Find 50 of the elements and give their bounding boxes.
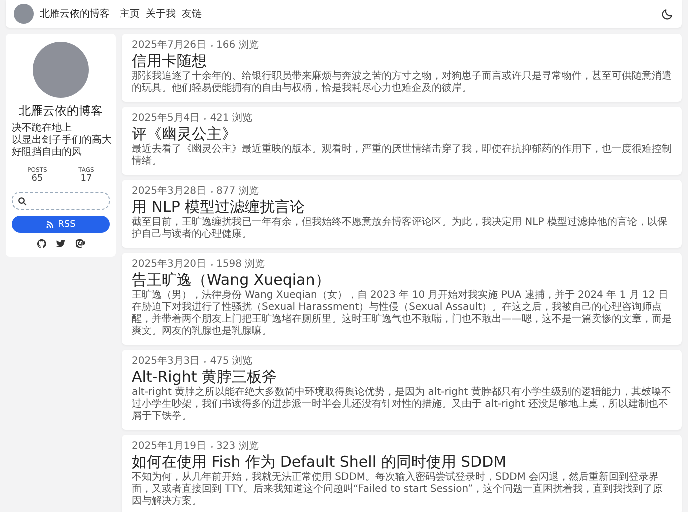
stat-value: 65 <box>30 174 44 184</box>
post-date: 2025年5月4日 <box>132 113 200 125</box>
search-icon <box>18 196 27 206</box>
mastodon-icon[interactable] <box>75 239 85 249</box>
post-title-link[interactable]: 评《幽灵公主》 <box>132 125 672 144</box>
bird-icon[interactable] <box>56 239 66 249</box>
post-date: 2025年3月20日 <box>132 259 207 271</box>
view-count: 323 浏览 <box>216 441 259 453</box>
avatar[interactable] <box>14 4 34 24</box>
motto-line: 好阻挡自由的风 <box>12 147 83 159</box>
view-count: 421 浏览 <box>210 113 252 125</box>
view-count: 877 浏览 <box>216 186 259 198</box>
post-date: 2025年3月28日 <box>132 186 207 198</box>
github-icon[interactable] <box>37 239 47 249</box>
separator-dot <box>210 446 213 448</box>
post-title-link[interactable]: Alt-Right 黄脖三板斧 <box>132 368 672 387</box>
dark-mode-toggle[interactable] <box>661 8 674 20</box>
moon-icon <box>661 8 674 20</box>
post-summary: 王旷逸（男），法律身份 Wang Xueqian（女），自 2023 年 10 月开始对我实施 PUA 逮捕，并于 2024 年 1 月 12 日在胁迫下对我进行了性骚扰（Sexual Harassment）与性侵（Sexual Assault）。在这之后，我被自己的心理咨询师点醒，并带着两个朋友上门把王旷逸堵在厕所里。这时王旷逸气也不敢喘，门也不敢出——嗯，这不是一篇卖惨的文章，而是爽文。网友的乳腺也是乳腺嘛。 <box>132 290 672 338</box>
view-count: 1598 浏览 <box>216 259 266 271</box>
post-title-link[interactable]: 信用卡随想 <box>132 52 672 71</box>
post-title-link[interactable]: 告王旷逸（Wang Xueqian） <box>132 271 672 290</box>
separator-dot <box>210 264 213 266</box>
site-title-link[interactable]: 北雁云依的博客 <box>40 7 110 21</box>
post-summary: 那张我追逐了十余年的、给银行职员带来麻烦与奔波之苦的方寸之物，对狗崽子而言或许只是寻常物件，甚至可供随意消遣的玩具。他们轻易便能拥有的自由与权柄，恰是我耗尽心力也难企及的彼岸。 <box>132 71 672 95</box>
post-summary: 不知为何，从几年前开始，我就无法正常使用 SDDM。每次输入密码尝试登录时，SDDM 会闪退，然后重新回到登录界面，又或者直接回到 TTY。后来我知道这个问题叫“Failed to start Session”，这个问题一直困扰着我，直到我找到了原因与解决方案。 <box>132 472 664 508</box>
view-count: 475 浏览 <box>210 356 252 368</box>
rss-button[interactable]: RSS <box>12 216 110 233</box>
post-date: 2025年7月26日 <box>132 40 207 52</box>
search-field[interactable] <box>12 192 110 210</box>
post-title-link[interactable]: 如何在使用 Fish 作为 Default Shell 的同时使用 SDDM <box>132 453 672 472</box>
profile-name: 北雁云依的博客 <box>19 103 103 120</box>
nav-link[interactable]: 关于我 <box>146 7 176 21</box>
rss-icon <box>46 220 54 228</box>
view-count: 166 浏览 <box>216 40 259 52</box>
separator-dot <box>204 361 206 363</box>
post-date: 2025年1月19日 <box>132 441 207 453</box>
motto-line: 决不跪在地上 <box>12 123 73 134</box>
nav-link[interactable]: 友链 <box>182 7 202 21</box>
motto-line: 以显出刽子手们的高大 <box>12 135 110 146</box>
separator-dot <box>210 191 213 193</box>
stat-value: 17 <box>80 174 94 184</box>
post-summary: 最近去看了《幽灵公主》最近重映的版本。观看时，严重的厌世情绪击穿了我，即使在抗抑郁药的作用下，也一度很难控制情绪。 <box>132 144 672 168</box>
separator-dot <box>210 45 213 47</box>
post-summary: 截至目前，王旷逸缠扰我已一年有余，但我始终不愿意放弃博客评论区。为此，我决定用 NLP 模型过滤掉他的言论，以保护自己与读者的心理健康。 <box>132 217 668 241</box>
post-title-link[interactable]: 用 NLP 模型过滤缠扰言论 <box>132 198 672 217</box>
post-summary: alt-right 黄脖之所以能在绝大多数简中环境取得舆论优势，是因为 alt-right 黄脖都只有小学生级别的逻辑能力，其鼓噪不过小学生吵架，我们书读得多的进步派一时半会儿还没有针对性的措施。又由于 alt-right 还没足够地上桌，所以建制也不屑于下铁拳。 <box>132 387 672 423</box>
nav-link[interactable]: 主页 <box>120 7 140 21</box>
separator-dot <box>204 118 206 120</box>
post-date: 2025年3月3日 <box>132 356 200 368</box>
